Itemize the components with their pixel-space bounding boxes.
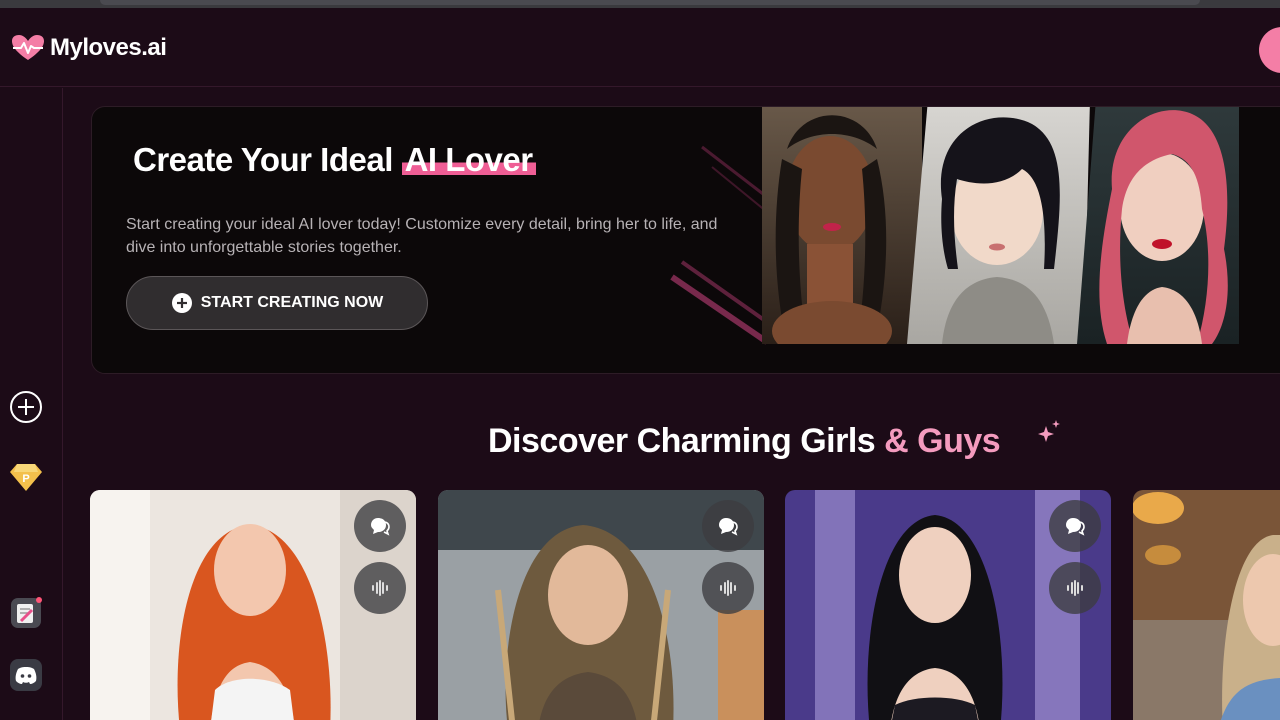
chat-bubble-icon xyxy=(1066,518,1085,536)
notes-button[interactable] xyxy=(9,596,43,630)
user-avatar[interactable] xyxy=(1259,27,1280,73)
voice-wave-icon xyxy=(720,580,736,596)
character-photo xyxy=(1133,490,1280,720)
logo[interactable]: Myloves.ai xyxy=(10,34,167,62)
start-creating-label: START CREATING NOW xyxy=(200,294,384,311)
create-button[interactable] xyxy=(9,390,43,424)
character-card[interactable] xyxy=(1133,490,1280,720)
hero-title-main: Create Your Ideal xyxy=(133,141,402,178)
voice-wave-icon xyxy=(1067,580,1083,596)
sparkle-icon xyxy=(1038,420,1060,442)
chat-button[interactable] xyxy=(354,500,406,552)
premium-diamond-icon: P xyxy=(10,464,42,491)
site-header: Myloves.ai xyxy=(0,8,1280,87)
notes-icon xyxy=(11,597,42,628)
voice-button[interactable] xyxy=(1049,562,1101,614)
heart-pulse-icon xyxy=(12,35,44,60)
discover-title-part1: Discover Charming Girls xyxy=(488,422,885,460)
logo-text: Myloves.ai xyxy=(50,34,167,61)
premium-button[interactable]: P xyxy=(9,460,43,494)
chat-button[interactable] xyxy=(1049,500,1101,552)
chat-bubble-icon xyxy=(719,518,738,536)
premium-badge-letter: P xyxy=(22,473,29,485)
start-creating-button[interactable]: START CREATING NOW xyxy=(126,276,428,330)
character-card[interactable] xyxy=(438,490,764,720)
hero-title: Create Your Ideal AI Lover xyxy=(133,141,536,179)
voice-button[interactable] xyxy=(354,562,406,614)
sidebar: P xyxy=(0,88,63,720)
chat-button[interactable] xyxy=(702,500,754,552)
browser-top-strip xyxy=(0,0,1280,8)
discord-icon xyxy=(10,659,42,691)
discover-title: Discover Charming Girls & Guys xyxy=(488,422,1001,461)
character-card[interactable] xyxy=(785,490,1111,720)
plus-circle-icon xyxy=(10,391,42,423)
plus-circle-icon xyxy=(171,293,192,313)
character-card[interactable] xyxy=(90,490,416,720)
hero-portraits xyxy=(762,107,1239,344)
voice-wave-icon xyxy=(372,580,388,596)
discover-title-part2: & Guys xyxy=(884,422,1001,460)
decorative-streaks xyxy=(670,145,769,345)
hero-title-highlight: AI Lover xyxy=(401,141,536,178)
hero-banner: Create Your Ideal AI Lover Start creatin… xyxy=(91,106,1280,374)
discord-button[interactable] xyxy=(9,658,43,692)
chat-bubble-icon xyxy=(371,518,390,536)
voice-button[interactable] xyxy=(702,562,754,614)
